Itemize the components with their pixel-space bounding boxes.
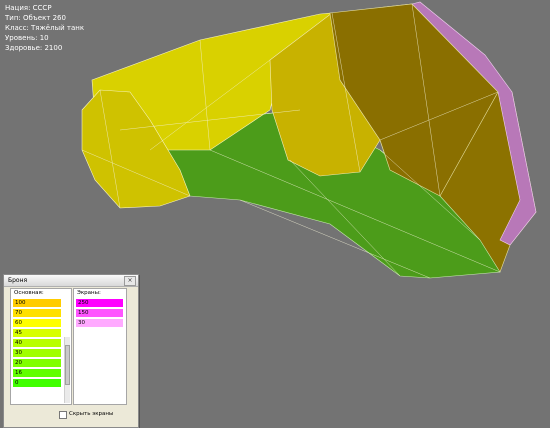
armor-legend-window[interactable]: Броня × Основная: 100 70 60 45 40 30 20 16 0 Экр… bbox=[3, 274, 139, 428]
nation-label: Нация: СССР bbox=[5, 4, 52, 12]
health-label: Здоровье: 2100 bbox=[5, 44, 63, 52]
base-list-scrollbar[interactable] bbox=[64, 337, 70, 403]
armor-row[interactable]: 70 bbox=[13, 309, 61, 317]
armor-row[interactable]: 250 bbox=[76, 299, 123, 307]
close-icon[interactable]: × bbox=[124, 276, 136, 286]
armor-row[interactable]: 45 bbox=[13, 329, 61, 337]
armor-row[interactable]: 0 bbox=[13, 379, 61, 387]
checkbox-icon[interactable] bbox=[59, 411, 67, 419]
armor-row[interactable]: 40 bbox=[13, 339, 61, 347]
hide-screens-label: Скрыть экраны bbox=[69, 411, 114, 417]
armor-row[interactable]: 16 bbox=[13, 369, 61, 377]
base-armor-list[interactable]: Основная: 100 70 60 45 40 30 20 16 0 bbox=[10, 288, 72, 405]
armor-row[interactable]: 20 bbox=[13, 359, 61, 367]
type-label: Тип: Объект 260 bbox=[5, 14, 66, 22]
screen-armor-header: Экраны: bbox=[77, 290, 101, 296]
armor-row[interactable]: 100 bbox=[13, 299, 61, 307]
armor-row[interactable]: 30 bbox=[13, 349, 61, 357]
vehicle-info-panel: Нация: СССР Тип: Объект 260 Класс: Тяжёл… bbox=[5, 3, 84, 53]
scrollbar-thumb[interactable] bbox=[65, 345, 70, 385]
armor-row[interactable]: 150 bbox=[76, 309, 123, 317]
level-label: Уровень: 10 bbox=[5, 34, 49, 42]
screen-armor-list[interactable]: Экраны: 250 150 30 bbox=[73, 288, 127, 405]
window-titlebar[interactable]: Броня × bbox=[4, 275, 138, 287]
class-label: Класс: Тяжёлый танк bbox=[5, 24, 85, 32]
base-armor-header: Основная: bbox=[14, 290, 44, 296]
armor-row[interactable]: 60 bbox=[13, 319, 61, 327]
window-title: Броня bbox=[8, 277, 28, 284]
armor-row[interactable]: 30 bbox=[76, 319, 123, 327]
hide-screens-checkbox[interactable]: Скрыть экраны bbox=[59, 410, 129, 420]
